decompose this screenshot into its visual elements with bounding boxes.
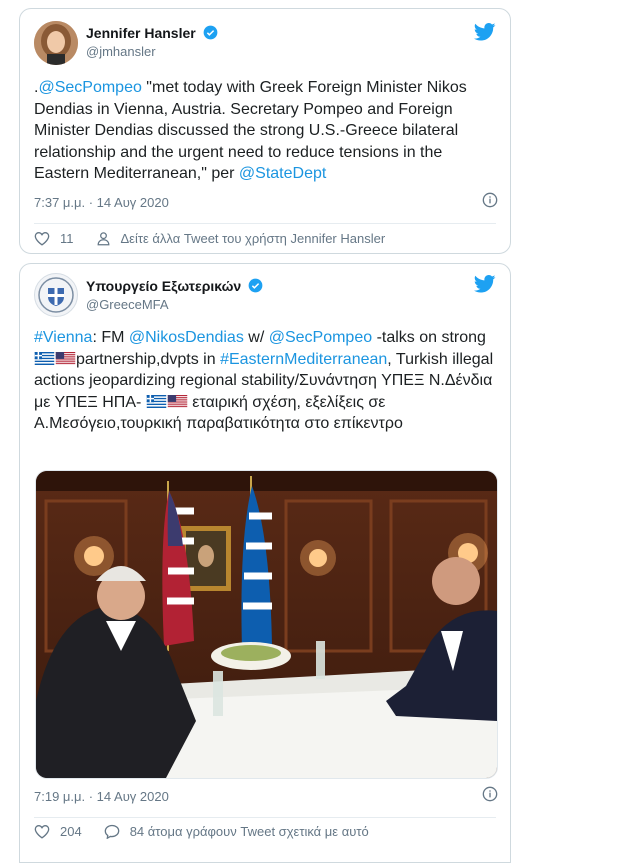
tweet-text-segment: -talks on strong bbox=[372, 329, 486, 346]
conversation-label[interactable]: 84 άτομα γράφουν Tweet σχετικά με αυτό bbox=[130, 824, 369, 839]
avatar[interactable] bbox=[34, 21, 78, 65]
author-name-text[interactable]: Υπουργείο Εξωτερικών bbox=[86, 278, 241, 294]
profile-link[interactable]: Δείτε άλλα Tweet του χρήστη Jennifer Han… bbox=[96, 231, 386, 246]
tweet-timestamp[interactable]: 7:19 μ.μ. · 14 Αυγ 2020 bbox=[34, 789, 169, 804]
reply-bubble-icon bbox=[104, 824, 120, 839]
divider bbox=[34, 223, 496, 224]
greece-flag-icon bbox=[146, 394, 167, 408]
author-handle[interactable]: @GreeceMFA bbox=[86, 297, 169, 312]
hashtag-link[interactable]: #EasternMediterranean bbox=[220, 351, 387, 368]
tweet-timestamp[interactable]: 7:37 μ.μ. · 14 Αυγ 2020 bbox=[34, 195, 169, 210]
info-icon[interactable] bbox=[482, 786, 498, 802]
verified-badge-icon bbox=[203, 25, 217, 40]
tweet-text-segment: : FM bbox=[92, 329, 129, 346]
like-count: 11 bbox=[60, 231, 74, 246]
verified-badge-icon bbox=[248, 278, 263, 293]
conversation-link[interactable]: 84 άτομα γράφουν Tweet σχετικά με αυτό bbox=[104, 824, 369, 839]
heart-icon bbox=[34, 825, 50, 839]
tweet-text-segment: w/ bbox=[243, 329, 269, 346]
heart-icon bbox=[34, 232, 50, 246]
author-name[interactable]: Υπουργείο Εξωτερικών bbox=[86, 278, 263, 294]
mention-link[interactable]: @SecPompeo bbox=[38, 79, 141, 96]
mention-link[interactable]: @SecPompeo bbox=[269, 329, 372, 346]
twitter-bird-icon[interactable] bbox=[474, 23, 496, 41]
divider bbox=[34, 817, 496, 818]
author-handle[interactable]: @jmhansler bbox=[86, 44, 156, 59]
profile-link-label[interactable]: Δείτε άλλα Tweet του χρήστη Jennifer Han… bbox=[121, 231, 386, 246]
like-button[interactable]: 11 bbox=[34, 231, 74, 246]
mention-link[interactable]: @StateDept bbox=[239, 165, 326, 182]
usa-flag-icon bbox=[167, 394, 188, 408]
like-count: 204 bbox=[60, 824, 82, 839]
tweet-card-1[interactable]: Jennifer Hansler @jmhansler .@SecPompeo … bbox=[19, 8, 511, 254]
tweet-photo[interactable] bbox=[35, 470, 498, 779]
usa-flag-icon bbox=[55, 351, 76, 365]
author-name[interactable]: Jennifer Hansler bbox=[86, 25, 218, 41]
tweet-text: #Vienna: FM @NikosDendias w/ @SecPompeo … bbox=[34, 327, 500, 435]
avatar[interactable] bbox=[34, 273, 78, 317]
author-name-text[interactable]: Jennifer Hansler bbox=[86, 25, 196, 41]
greece-flag-icon bbox=[34, 351, 55, 365]
info-icon[interactable] bbox=[482, 192, 498, 208]
mention-link[interactable]: @NikosDendias bbox=[129, 329, 244, 346]
person-icon bbox=[97, 232, 109, 246]
tweet-text: .@SecPompeo "met today with Greek Foreig… bbox=[34, 77, 500, 185]
tweet-text-segment: partnership,dvpts in bbox=[76, 350, 221, 368]
like-button[interactable]: 204 bbox=[34, 824, 82, 839]
tweet-actions: 204 84 άτομα γράφουν Tweet σχετικά με αυ… bbox=[34, 824, 391, 839]
meeting-photo-image bbox=[36, 471, 497, 778]
hashtag-link[interactable]: #Vienna bbox=[34, 329, 92, 346]
tweet-actions: 11 Δείτε άλλα Tweet του χρήστη Jennifer … bbox=[34, 231, 407, 246]
twitter-bird-icon[interactable] bbox=[474, 275, 496, 293]
tweet-card-2[interactable]: Υπουργείο Εξωτερικών @GreeceMFA #Vienna:… bbox=[19, 263, 511, 863]
